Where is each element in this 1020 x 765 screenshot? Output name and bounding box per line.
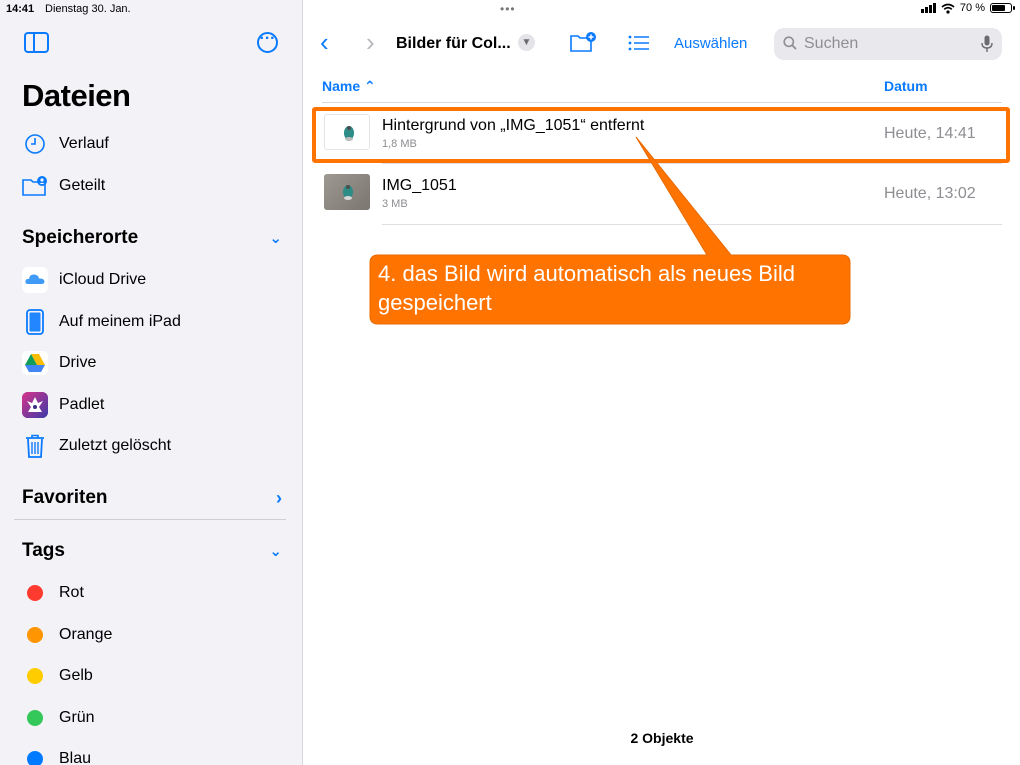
sidebar-item-verlauf[interactable]: Verlauf <box>22 127 282 161</box>
sidebar-item-ipad[interactable]: Auf meinem iPad <box>22 305 282 339</box>
sidebar-item-label: Verlauf <box>59 135 109 152</box>
tag-label: Blau <box>59 750 92 765</box>
sidebar-toolbar: ··· <box>24 31 278 56</box>
more-options-icon[interactable]: ··· <box>257 31 278 53</box>
tag-color-dot <box>27 585 43 601</box>
tag-item-gruen[interactable]: Grün <box>22 701 282 735</box>
icloud-icon <box>22 267 48 293</box>
clock-icon <box>22 131 48 157</box>
sidebar-item-label: Geteilt <box>59 177 106 194</box>
tag-item-rot[interactable]: Rot <box>22 576 282 610</box>
sidebar-title: Dateien <box>22 78 131 113</box>
sidebar-divider <box>14 519 286 520</box>
sidebar-item-label: iCloud Drive <box>59 271 147 288</box>
main-content: ‹ › Bilder für Col... ▼ Auswählen Name ⌃… <box>304 0 1020 765</box>
sidebar-item-label: Auf meinem iPad <box>59 313 181 330</box>
sidebar-item-label: Padlet <box>59 396 105 413</box>
sidebar-item-geteilt[interactable]: Geteilt <box>22 169 282 203</box>
ipad-icon <box>22 309 48 335</box>
shared-folder-icon <box>22 173 48 199</box>
section-title: Favoriten <box>22 487 108 508</box>
tag-item-blau[interactable]: Blau <box>22 742 282 765</box>
wifi-icon <box>941 3 955 14</box>
tag-label: Orange <box>59 626 113 643</box>
sidebar-item-zuletzt-geloescht[interactable]: Zuletzt gelöscht <box>22 429 282 463</box>
chevron-down-icon[interactable]: ⌄ <box>269 542 282 560</box>
chevron-down-icon[interactable]: ⌄ <box>269 229 282 247</box>
sidebar-item-label: Zuletzt gelöscht <box>59 437 172 454</box>
sidebar-item-label: Drive <box>59 354 97 371</box>
tag-label: Gelb <box>59 667 93 684</box>
section-tags[interactable]: Tags ⌄ <box>22 536 282 566</box>
section-title: Tags <box>22 540 65 561</box>
status-right: 70 % <box>920 2 1015 14</box>
google-drive-icon <box>22 350 48 376</box>
sidebar-item-padlet[interactable]: Padlet <box>22 388 282 422</box>
tag-color-dot <box>27 751 43 765</box>
cellular-signal-icon <box>920 3 936 13</box>
multitasking-dots-icon[interactable]: ••• <box>500 2 516 16</box>
section-speicherorte[interactable]: Speicherorte ⌄ <box>22 223 282 253</box>
sidebar-item-drive[interactable]: Drive <box>22 346 282 380</box>
tag-item-orange[interactable]: Orange <box>22 618 282 652</box>
section-title: Speicherorte <box>22 227 139 248</box>
sidebar-toggle-icon[interactable] <box>24 32 49 53</box>
trash-icon <box>22 433 48 459</box>
chevron-right-icon[interactable]: › <box>276 488 282 509</box>
tag-label: Grün <box>59 709 95 726</box>
status-time: 14:41 <box>6 3 35 15</box>
padlet-icon <box>22 392 48 418</box>
status-bar: 14:41 Dienstag 30. Jan. ••• 70 % <box>0 0 1020 18</box>
sidebar: ··· Dateien Verlauf Geteilt Speicherorte… <box>0 0 303 765</box>
callout-text: 4. das Bild wird automatisch als neues B… <box>378 261 795 315</box>
status-date: Dienstag 30. Jan. <box>45 3 131 15</box>
sidebar-item-icloud-drive[interactable]: iCloud Drive <box>22 263 282 297</box>
battery-percent: 70 % <box>959 2 985 14</box>
section-favoriten[interactable]: Favoriten › <box>22 483 282 513</box>
tag-color-dot <box>27 668 43 684</box>
battery-icon <box>990 3 1015 13</box>
callout-bubble <box>369 136 851 325</box>
tag-item-gelb[interactable]: Gelb <box>22 659 282 693</box>
tag-label: Rot <box>59 584 84 601</box>
tag-color-dot <box>27 627 43 643</box>
tag-color-dot <box>27 710 43 726</box>
